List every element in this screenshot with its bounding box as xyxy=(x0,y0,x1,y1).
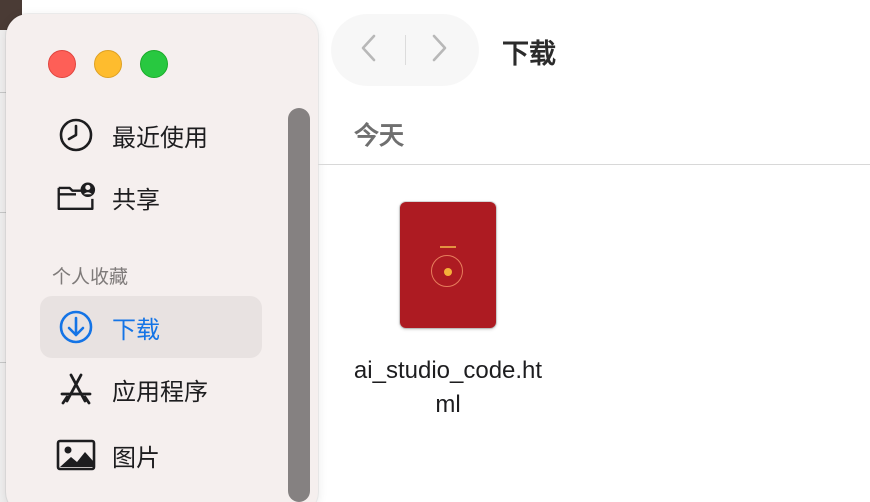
sidebar-item-label: 下载 xyxy=(112,315,160,344)
download-circle-icon xyxy=(56,307,96,347)
minimize-window-button[interactable] xyxy=(94,50,122,78)
window-title: 下载 xyxy=(502,39,556,70)
group-header-today: 今天 xyxy=(354,121,405,150)
file-item[interactable]: ai_studio_code.ht ml xyxy=(338,196,558,426)
finder-screen: 最近使用 共享 个人收藏 下载 应用程序 图片 下载 今天 ai_studio_… xyxy=(0,0,870,502)
sidebar-section-favorites: 个人收藏 xyxy=(52,266,129,288)
chevron-left-icon xyxy=(358,32,380,68)
file-name: ai_studio_code.ht ml xyxy=(338,354,558,422)
sidebar-item-recents[interactable]: 最近使用 xyxy=(40,104,262,166)
sidebar-scrollbar[interactable] xyxy=(288,108,310,502)
html-document-thumbnail xyxy=(400,202,496,328)
close-window-button[interactable] xyxy=(48,50,76,78)
photo-icon xyxy=(56,435,96,475)
thumbnail-title-mark xyxy=(440,246,456,248)
sidebar-item-label: 应用程序 xyxy=(112,377,208,406)
file-name-line: ai_studio_code.ht xyxy=(353,357,543,384)
sidebar-item-label: 最近使用 xyxy=(112,123,208,152)
app-store-icon xyxy=(56,369,96,409)
group-divider xyxy=(318,164,870,165)
navigation-buttons xyxy=(332,15,478,85)
shared-folder-icon xyxy=(56,177,96,217)
thumbnail-dot xyxy=(444,268,452,276)
sidebar-item-applications[interactable]: 应用程序 xyxy=(40,358,262,420)
sidebar-item-label: 共享 xyxy=(112,185,160,214)
zoom-window-button[interactable] xyxy=(140,50,168,78)
chevron-right-icon xyxy=(428,32,450,68)
sidebar-item-pictures[interactable]: 图片 xyxy=(40,424,262,486)
back-button[interactable] xyxy=(334,15,404,85)
file-name-line: ml xyxy=(435,391,461,418)
sidebar-item-downloads[interactable]: 下载 xyxy=(40,296,262,358)
sidebar-item-label: 图片 xyxy=(112,443,160,472)
sidebar-item-shared[interactable]: 共享 xyxy=(40,166,262,228)
forward-button[interactable] xyxy=(404,15,474,85)
clock-icon xyxy=(56,115,96,155)
